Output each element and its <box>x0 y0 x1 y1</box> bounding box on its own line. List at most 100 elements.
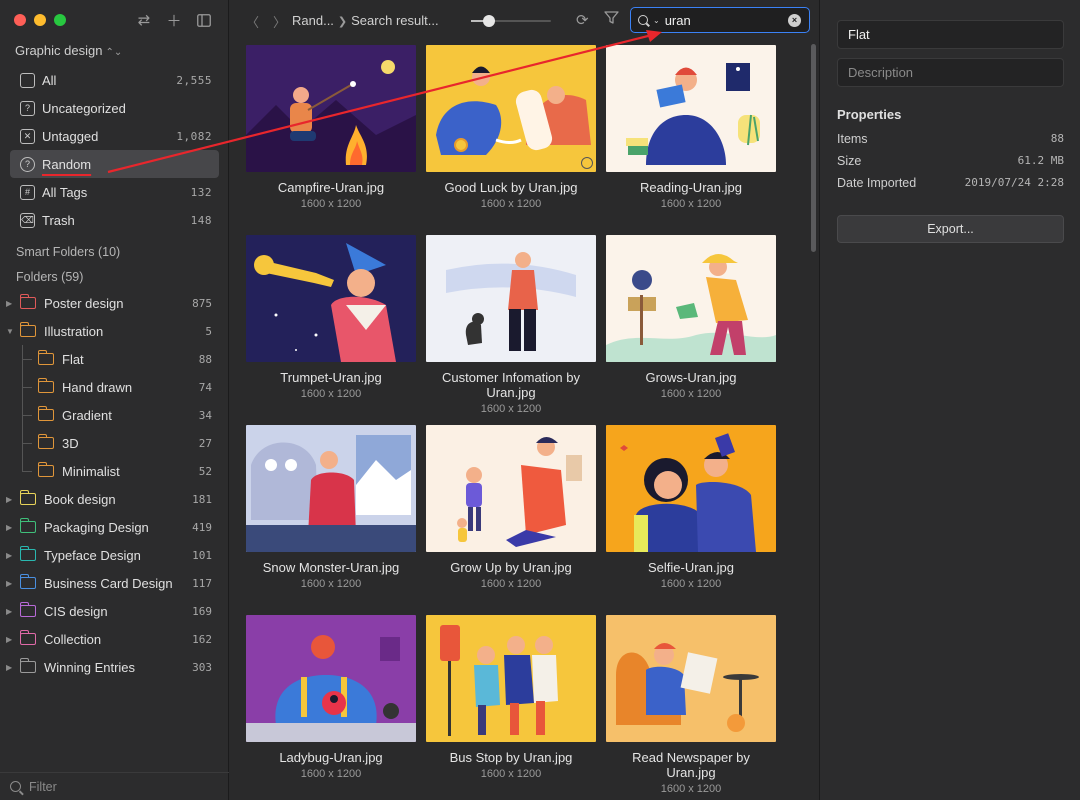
forward-icon[interactable]: 〉 <box>273 12 286 31</box>
folder-hand-drawn[interactable]: Hand drawn 74 <box>0 373 229 401</box>
grid-item[interactable]: Trumpet-Uran.jpg 1600 x 1200 <box>246 235 416 400</box>
sidebar-toggle-icon[interactable] <box>196 11 212 29</box>
thumbnail[interactable] <box>246 425 416 552</box>
grid-item[interactable]: Campfire-Uran.jpg 1600 x 1200 <box>246 45 416 210</box>
thumbnail[interactable] <box>426 615 596 742</box>
item-count: 1,082 <box>176 129 212 143</box>
grid-item[interactable]: Reading-Uran.jpg 1600 x 1200 <box>606 45 776 210</box>
thumbnail[interactable] <box>606 235 776 362</box>
tree-line <box>22 387 32 388</box>
thumbnail[interactable] <box>246 235 416 362</box>
disclosure-right-icon[interactable]: ▶ <box>6 299 12 308</box>
thumbnail-size-slider[interactable] <box>471 15 551 27</box>
grid-item[interactable]: Snow Monster-Uran.jpg 1600 x 1200 <box>246 425 416 590</box>
grid-item[interactable]: Ladybug-Uran.jpg 1600 x 1200 <box>246 615 416 780</box>
folder-flat[interactable]: Flat 88 <box>0 345 229 373</box>
minimize-window-button[interactable] <box>34 14 46 26</box>
folder-icon <box>19 602 36 617</box>
library-switcher[interactable]: Graphic design ⌃⌄ <box>15 43 122 58</box>
thumbnail[interactable] <box>606 425 776 552</box>
breadcrumb-item[interactable]: Rand... <box>292 13 334 28</box>
file-name: Ladybug-Uran.jpg <box>279 750 383 765</box>
folder-book-design[interactable]: ▶ Book design 181 <box>0 485 229 513</box>
folder-count: 181 <box>192 492 212 506</box>
property-value: 88 <box>1050 132 1064 145</box>
clear-search-icon[interactable]: × <box>788 13 801 27</box>
folder-packaging-design[interactable]: ▶ Packaging Design 419 <box>0 513 229 541</box>
chevron-updown-icon: ⌃⌄ <box>105 47 123 58</box>
folder-open-icon <box>19 322 36 337</box>
disclosure-right-icon[interactable]: ▶ <box>6 551 12 560</box>
grid-item[interactable]: Grows-Uran.jpg 1600 x 1200 <box>606 235 776 400</box>
back-icon[interactable]: 〈 <box>246 12 259 31</box>
refresh-icon[interactable]: ⟳ <box>576 11 589 29</box>
folder-poster-design[interactable]: ▶ Poster design 875 <box>0 289 229 317</box>
thumbnail[interactable] <box>606 615 776 742</box>
folder-collection[interactable]: ▶ Collection 162 <box>0 625 229 653</box>
thumbnail[interactable] <box>426 45 596 172</box>
sidebar-item-uncategorized[interactable]: ? Uncategorized <box>0 94 229 122</box>
folder-3d[interactable]: 3D 27 <box>0 429 229 457</box>
description-field[interactable]: Description <box>837 58 1064 87</box>
zoom-icon[interactable] <box>581 157 593 169</box>
disclosure-down-icon[interactable]: ▼ <box>6 327 14 336</box>
folder-gradient[interactable]: Gradient 34 <box>0 401 229 429</box>
thumbnail[interactable] <box>606 45 776 172</box>
sidebar-item-untagged[interactable]: ✕ Untagged 1,082 <box>0 122 229 150</box>
thumbnail[interactable] <box>426 235 596 362</box>
chevron-down-icon[interactable]: ⌄ <box>653 16 660 25</box>
disclosure-right-icon[interactable]: ▶ <box>6 635 12 644</box>
sidebar-item-trash[interactable]: ⌫ Trash 148 <box>0 206 229 234</box>
filter-placeholder: Filter <box>29 779 57 794</box>
export-button[interactable]: Export... <box>837 215 1064 243</box>
sidebar-item-all-tags[interactable]: # All Tags 132 <box>0 178 229 206</box>
folder-label: Book design <box>44 491 116 507</box>
folder-cis-design[interactable]: ▶ CIS design 169 <box>0 597 229 625</box>
filter-funnel-icon[interactable] <box>604 10 619 29</box>
grid-item[interactable]: Good Luck by Uran.jpg 1600 x 1200 <box>426 45 596 210</box>
scrollbar[interactable] <box>811 44 816 252</box>
sidebar-item-all[interactable]: All 2,555 <box>0 66 229 94</box>
grid-item[interactable]: Read Newspaper by Uran.jpg 1600 x 1200 <box>606 615 776 795</box>
file-dimensions: 1600 x 1200 <box>480 403 542 415</box>
file-dimensions: 1600 x 1200 <box>300 768 362 780</box>
item-count: 2,555 <box>176 73 212 87</box>
close-window-button[interactable] <box>14 14 26 26</box>
folder-typeface-design[interactable]: ▶ Typeface Design 101 <box>0 541 229 569</box>
filter-input[interactable]: Filter <box>0 772 229 800</box>
disclosure-right-icon[interactable]: ▶ <box>6 663 12 672</box>
folder-name-field[interactable]: Flat <box>837 20 1064 49</box>
folder-minimalist[interactable]: Minimalist 52 <box>0 457 229 485</box>
swap-icon[interactable]: ⇄ <box>136 11 152 29</box>
folder-label: 3D <box>62 435 79 451</box>
grid-item[interactable]: Bus Stop by Uran.jpg 1600 x 1200 <box>426 615 596 780</box>
grid-item[interactable]: Selfie-Uran.jpg 1600 x 1200 <box>606 425 776 590</box>
folder-icon <box>19 574 36 589</box>
folder-business-card-design[interactable]: ▶ Business Card Design 117 <box>0 569 229 597</box>
disclosure-right-icon[interactable]: ▶ <box>6 523 12 532</box>
folder-label: Illustration <box>44 323 104 339</box>
thumbnail[interactable] <box>246 615 416 742</box>
folders-header[interactable]: Folders (59) <box>0 264 229 289</box>
folder-illustration[interactable]: ▼ Illustration 5 <box>0 317 229 345</box>
file-dimensions: 1600 x 1200 <box>480 578 542 590</box>
tree-line <box>22 443 32 444</box>
thumbnail[interactable] <box>246 45 416 172</box>
sidebar-item-label: All Tags <box>42 184 88 200</box>
disclosure-right-icon[interactable]: ▶ <box>6 495 12 504</box>
thumbnail[interactable] <box>426 425 596 552</box>
file-name: Grows-Uran.jpg <box>645 370 737 385</box>
slider-knob[interactable] <box>482 15 495 27</box>
breadcrumb-item[interactable]: Search result... <box>351 13 438 28</box>
disclosure-right-icon[interactable]: ▶ <box>6 607 12 616</box>
folder-winning-entries[interactable]: ▶ Winning Entries 303 <box>0 653 229 681</box>
search-input[interactable]: ⌄ uran × <box>630 7 810 33</box>
grid-item[interactable]: Customer Infomation by Uran.jpg 1600 x 1… <box>426 235 596 415</box>
add-icon[interactable]: ＋ <box>166 11 182 30</box>
sidebar-item-random[interactable]: ? Random <box>10 150 219 178</box>
smart-folders-header[interactable]: Smart Folders (10) <box>0 239 229 264</box>
grid-item[interactable]: Grow Up by Uran.jpg 1600 x 1200 <box>426 425 596 590</box>
file-dimensions: 1600 x 1200 <box>660 783 722 795</box>
zoom-window-button[interactable] <box>54 14 66 26</box>
disclosure-right-icon[interactable]: ▶ <box>6 579 12 588</box>
